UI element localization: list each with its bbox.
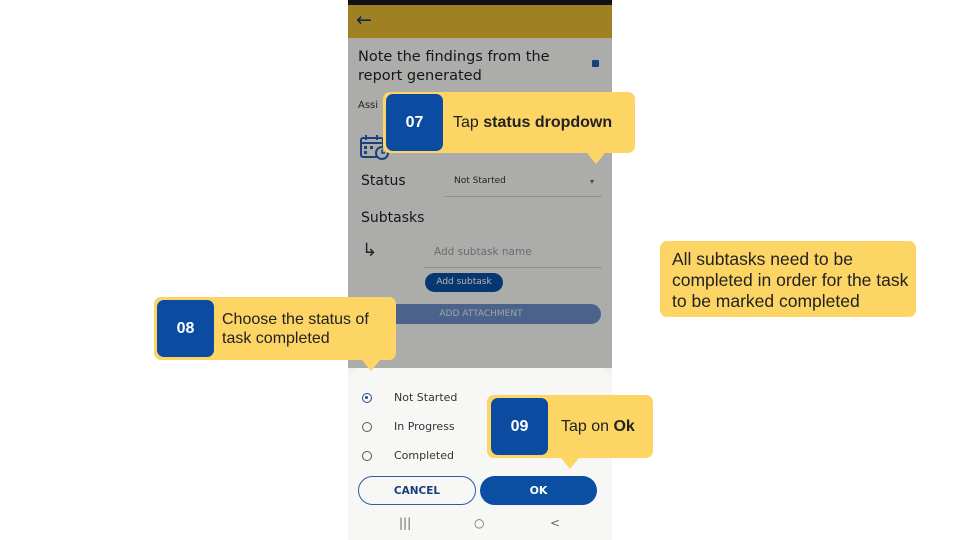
radio-icon[interactable] xyxy=(362,422,372,432)
step-badge: 08 xyxy=(157,300,214,357)
callout-pointer xyxy=(587,153,605,164)
recents-icon[interactable]: ||| xyxy=(399,516,411,530)
option-label: Completed xyxy=(394,449,454,462)
info-note: All subtasks need to be completed in ord… xyxy=(660,241,916,317)
option-label: In Progress xyxy=(394,420,455,433)
option-label: Not Started xyxy=(394,391,458,404)
callout-step-09: 09 Tap on Ok xyxy=(487,395,653,458)
callout-pointer xyxy=(362,360,380,371)
callout-step-07: 07 Tap status dropdown xyxy=(383,92,635,153)
cancel-button[interactable]: CANCEL xyxy=(358,476,476,505)
callout-text: Choose the status of task completed xyxy=(222,311,369,347)
callout-text: Tap status dropdown xyxy=(453,114,613,131)
back-nav-icon[interactable]: < xyxy=(550,516,560,530)
callout-pointer xyxy=(561,458,579,469)
callout-text: Tap on Ok xyxy=(561,418,635,435)
step-badge: 09 xyxy=(491,398,548,455)
ok-button[interactable]: OK xyxy=(480,476,597,505)
note-text: All subtasks need to be completed in ord… xyxy=(672,249,909,311)
home-icon[interactable]: ○ xyxy=(474,516,484,530)
callout-step-08: 08 Choose the status of task completed xyxy=(154,297,396,360)
radio-selected-icon[interactable] xyxy=(362,393,372,403)
step-badge: 07 xyxy=(386,94,443,151)
android-nav-bar: ||| ○ < xyxy=(348,511,612,540)
radio-icon[interactable] xyxy=(362,451,372,461)
